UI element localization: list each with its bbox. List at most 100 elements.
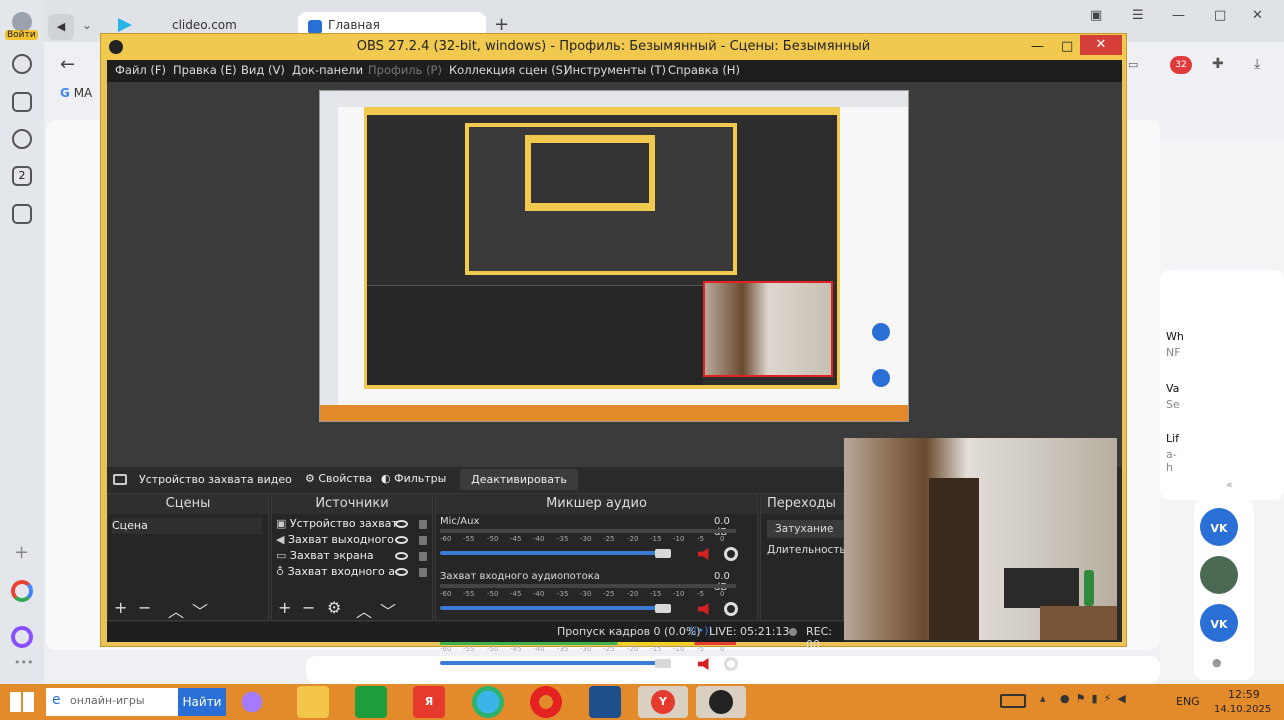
chat-icon[interactable]: ● [1212, 656, 1222, 669]
google-icon[interactable] [11, 580, 33, 602]
obs-title-bar[interactable]: OBS 27.2.4 (32-bit, windows) - Профиль: … [101, 34, 1126, 60]
lock-icon[interactable] [419, 568, 427, 577]
menu-file[interactable]: Файл (F) [115, 63, 166, 77]
new-tab-button[interactable]: + [494, 14, 509, 35]
source-item[interactable]: ▭ Захват экрана [276, 548, 432, 564]
taskbar-search-button[interactable]: Найти [178, 688, 226, 716]
menu-help[interactable]: Справка (H) [668, 63, 740, 77]
bookmark-manager-icon[interactable]: ▣ [1090, 8, 1102, 23]
channel-settings-gear-icon[interactable] [724, 547, 738, 561]
yandex-browser-icon[interactable]: Я [413, 686, 445, 718]
channel-settings-gear-icon[interactable] [724, 602, 738, 616]
notification-badge[interactable]: 32 [1170, 56, 1192, 74]
source-item[interactable]: ◀ Захват выходного [276, 532, 432, 548]
lock-icon[interactable] [419, 520, 427, 529]
source-item[interactable]: ♁ Захват входного а [276, 564, 432, 580]
download-icon[interactable]: ⤓ [1254, 56, 1260, 72]
screenshot-icon[interactable] [12, 204, 32, 224]
volume-slider-handle[interactable] [655, 659, 671, 668]
source-properties-gear-icon[interactable]: ⚙ [327, 598, 341, 617]
browser-sound-icon[interactable]: ◀ [48, 14, 74, 40]
extensions-icon[interactable]: ▭ [1128, 58, 1138, 71]
collections-icon[interactable] [12, 92, 32, 112]
back-icon[interactable]: ← [60, 54, 75, 75]
vk-icon[interactable]: VK [1200, 604, 1238, 642]
screen-capture-preview[interactable] [319, 90, 909, 422]
vk-avatar[interactable] [1200, 556, 1238, 594]
security-shield-icon[interactable] [589, 686, 621, 718]
login-badge[interactable]: Войти [5, 30, 38, 40]
file-explorer-icon[interactable] [297, 686, 329, 718]
menu-profile[interactable]: Профиль (P) [368, 63, 442, 77]
browser-menu-icon[interactable]: ☰ [1132, 8, 1144, 23]
remove-scene-button[interactable]: − [138, 598, 151, 617]
volume-slider-handle[interactable] [655, 549, 671, 558]
browser-minimize-button[interactable]: — [1172, 8, 1185, 23]
visibility-eye-icon[interactable] [395, 552, 408, 560]
add-panel-icon[interactable]: + [14, 542, 29, 563]
edge-icon[interactable] [472, 686, 504, 718]
browser-maximize-button[interactable]: □ [1214, 8, 1226, 23]
tabs-count-icon[interactable]: 2 [12, 166, 32, 186]
mute-speaker-icon[interactable] [698, 548, 709, 560]
properties-button[interactable]: ⚙ Свойства [305, 472, 372, 485]
visibility-eye-icon[interactable] [395, 520, 408, 528]
obs-maximize-button[interactable]: □ [1061, 34, 1073, 60]
lock-icon[interactable] [419, 536, 427, 545]
mute-speaker-icon[interactable] [698, 603, 709, 615]
add-source-button[interactable]: + [278, 598, 291, 617]
yandex-app-icon[interactable]: Y [638, 686, 688, 718]
avatar[interactable] [12, 12, 32, 32]
tray-overflow-icon[interactable]: ▴ [1040, 692, 1046, 705]
filters-button[interactable]: ◐ Фильтры [381, 472, 446, 485]
transition-select[interactable]: Затухание [767, 520, 843, 538]
deactivate-button[interactable]: Деактивировать [460, 469, 578, 490]
opera-icon[interactable] [530, 686, 562, 718]
alice-app-icon[interactable] [236, 686, 268, 718]
obs-app-icon[interactable] [696, 686, 746, 718]
clock-time[interactable]: 12:59 [1228, 688, 1260, 701]
menu-scene-collection[interactable]: Коллекция сцен (S) [449, 63, 567, 77]
source-item[interactable]: ▣ Устройство захват [276, 516, 432, 532]
menu-edit[interactable]: Правка (E) [173, 63, 237, 77]
history-icon[interactable] [12, 54, 32, 74]
clock-date[interactable]: 14.10.2025 [1214, 704, 1271, 715]
mute-speaker-icon[interactable] [698, 658, 709, 670]
source-down-button[interactable]: ﹀ [380, 598, 396, 622]
menu-docks[interactable]: Док-панели [292, 63, 363, 77]
visibility-eye-icon[interactable] [395, 568, 408, 576]
add-scene-button[interactable]: + [114, 598, 127, 617]
more-icon[interactable]: ••• [14, 656, 33, 669]
browser-close-button[interactable]: ✕ [1252, 8, 1263, 23]
vk-icon[interactable]: VK [1200, 508, 1238, 546]
scene-up-button[interactable]: ︿ [168, 598, 184, 622]
menu-tools[interactable]: Инструменты (T) [564, 63, 666, 77]
scene-down-button[interactable]: ﹀ [192, 598, 208, 622]
lock-icon[interactable] [419, 552, 427, 561]
bookmark-google[interactable]: G МА [60, 86, 92, 100]
store-icon[interactable] [355, 686, 387, 718]
video-icon[interactable] [12, 129, 32, 149]
puzzle-icon[interactable]: ✚ [1212, 56, 1224, 72]
source-up-button[interactable]: ︿ [356, 598, 372, 622]
language-indicator[interactable]: ENG [1176, 695, 1200, 708]
menu-view[interactable]: Вид (V) [241, 63, 285, 77]
channel-settings-gear-icon[interactable] [724, 657, 738, 671]
windows-start-icon[interactable] [10, 692, 34, 712]
volume-slider[interactable] [440, 661, 665, 665]
volume-slider[interactable] [440, 551, 665, 555]
scene-item[interactable]: Сцена [112, 518, 262, 534]
remove-source-button[interactable]: − [302, 598, 315, 617]
volume-slider[interactable] [440, 606, 665, 610]
obs-minimize-button[interactable]: — [1031, 34, 1044, 60]
volume-slider-handle[interactable] [655, 604, 671, 613]
collapse-icon[interactable]: « [1226, 478, 1233, 491]
visibility-eye-icon[interactable] [395, 536, 408, 544]
obs-close-button[interactable]: ✕ [1080, 35, 1122, 55]
alice-icon[interactable] [11, 626, 33, 648]
keyboard-icon[interactable] [1000, 694, 1026, 708]
preview-canvas[interactable] [107, 82, 1122, 467]
tab-list-chevron-icon[interactable]: ⌄ [82, 18, 92, 32]
tray-icons[interactable]: ●⚑▮⚡◀ [1060, 692, 1132, 705]
taskbar-search-box[interactable]: e онлайн-игры [46, 688, 178, 716]
